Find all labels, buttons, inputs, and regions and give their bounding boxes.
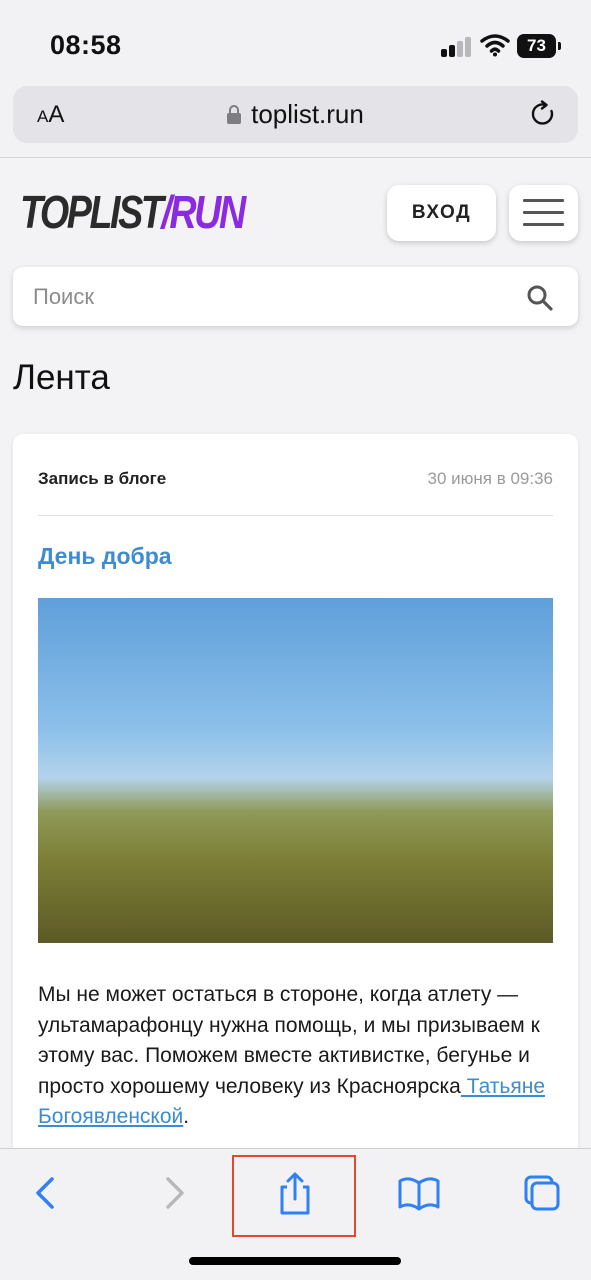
post-type: Запись в блоге	[38, 469, 167, 488]
highlight-box	[232, 1155, 356, 1237]
url-text[interactable]: toplist.run	[251, 99, 364, 130]
wifi-icon	[480, 34, 510, 57]
site-logo[interactable]: TOPLIST/RUN	[20, 184, 246, 240]
chevron-right-icon[interactable]	[144, 1171, 204, 1215]
home-indicator	[189, 1257, 401, 1265]
post-title-link[interactable]: День добра	[38, 543, 172, 570]
book-icon[interactable]	[389, 1171, 449, 1215]
login-button[interactable]: ВХОД	[387, 185, 496, 241]
reload-icon[interactable]	[529, 100, 557, 128]
web-content: TOPLIST/RUN ВХОД Лента Запись в блоге 30…	[0, 157, 591, 1148]
search-input[interactable]	[33, 267, 513, 326]
post-card: Запись в блоге 30 июня в 09:36 День добр…	[13, 434, 578, 1148]
tabs-icon[interactable]	[512, 1171, 572, 1215]
search-icon[interactable]	[526, 284, 554, 312]
search-box[interactable]	[13, 267, 578, 326]
post-date: 30 июня в 09:36	[427, 469, 554, 488]
status-time: 08:58	[50, 30, 122, 60]
post-body: Мы не может остаться в стороне, когда ат…	[38, 983, 546, 1128]
lock-icon	[227, 105, 242, 124]
battery-icon: 73	[517, 34, 561, 58]
chevron-left-icon[interactable]	[16, 1171, 76, 1215]
divider	[38, 515, 553, 516]
status-bar: 08:58 73	[0, 0, 591, 84]
battery-level: 73	[527, 36, 546, 55]
address-bar[interactable]: AA toplist.run	[13, 86, 578, 143]
page-title: Лента	[13, 358, 110, 397]
cellular-signal-icon	[441, 37, 473, 57]
hamburger-menu-icon[interactable]	[509, 185, 578, 241]
post-image[interactable]	[38, 598, 553, 943]
